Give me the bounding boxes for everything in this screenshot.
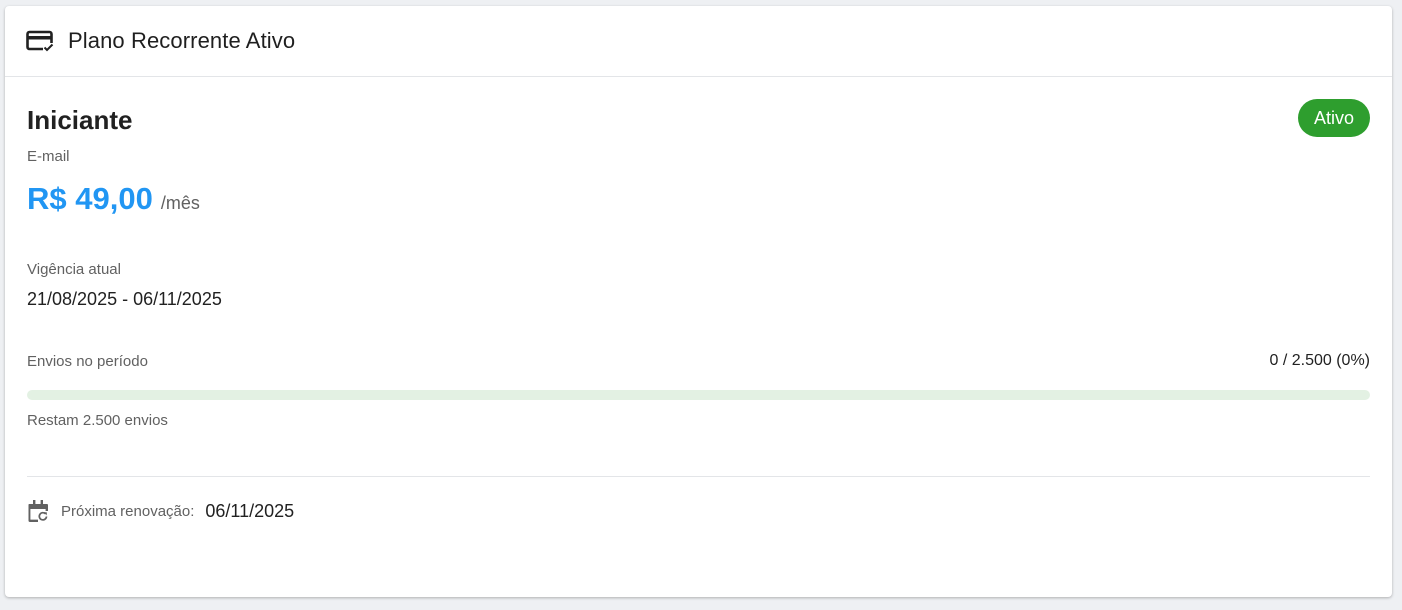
renewal-date: 06/11/2025 <box>205 500 295 521</box>
envios-count: 0 / 2.500 (0%) <box>1269 352 1371 369</box>
plan-name: Iniciante <box>27 105 133 135</box>
price-value: R$ 49,00 <box>27 181 153 216</box>
price-row: R$ 49,00 /mês <box>27 181 200 217</box>
calendar-refresh-icon <box>27 499 51 523</box>
renewal-row: Próxima renovação: 06/11/2025 <box>27 499 294 523</box>
card-header: Plano Recorrente Ativo <box>5 6 1392 77</box>
plan-channel: E-mail <box>27 148 70 165</box>
status-badge: Ativo <box>1297 99 1370 137</box>
plan-card: Plano Recorrente Ativo Iniciante Ativo E… <box>5 6 1392 597</box>
price-period: /mês <box>160 193 200 213</box>
credit-card-check-icon <box>26 28 56 54</box>
divider <box>27 476 1370 477</box>
remaining-envios: Restam 2.500 envios <box>27 412 168 429</box>
usage-progress-bar <box>27 390 1370 400</box>
card-title: Plano Recorrente Ativo <box>68 28 296 53</box>
renewal-label: Próxima renovação: <box>61 502 195 520</box>
envios-label: Envios no período <box>27 353 148 370</box>
vigencia-value: 21/08/2025 - 06/11/2025 <box>27 289 222 309</box>
vigencia-label: Vigência atual <box>27 261 121 278</box>
